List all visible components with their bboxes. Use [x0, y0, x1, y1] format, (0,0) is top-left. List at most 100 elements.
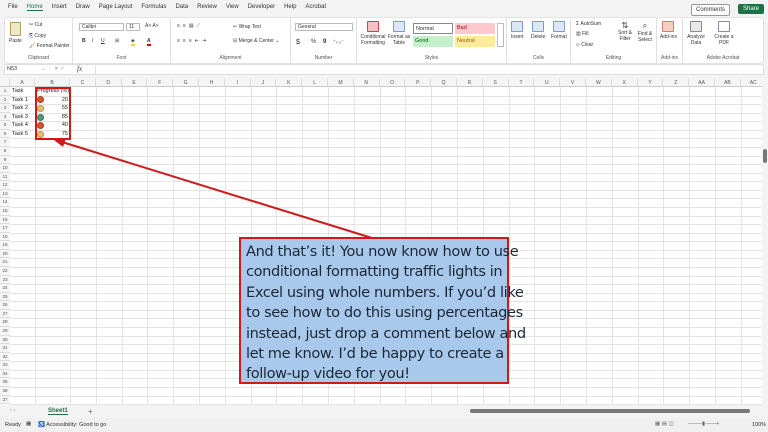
borders-button[interactable]: ⊞	[115, 38, 119, 44]
row-header[interactable]: 16	[0, 215, 10, 225]
column-header-S[interactable]: S	[482, 79, 509, 87]
column-header-R[interactable]: R	[457, 79, 483, 87]
row-header[interactable]: 3	[0, 104, 10, 113]
font-name-select[interactable]: Calibri	[79, 23, 124, 31]
column-header-A[interactable]: A	[10, 79, 35, 87]
task-cell[interactable]: Task 5	[12, 130, 28, 139]
row-header[interactable]: 1	[0, 87, 10, 96]
copy-button[interactable]: ⎘ Copy	[29, 33, 46, 39]
style-good[interactable]: Good	[413, 36, 453, 47]
column-header-I[interactable]: I	[224, 79, 251, 87]
comma-button[interactable]: 9	[323, 39, 326, 45]
row-header[interactable]: 17	[0, 224, 10, 233]
clear-button[interactable]: ◇ Clear	[576, 42, 593, 48]
share-button[interactable]: Share	[737, 4, 764, 14]
cut-button[interactable]: ✂ Cut	[29, 22, 42, 28]
menu-tab-insert[interactable]: Insert	[52, 4, 67, 11]
style-normal[interactable]: Normal	[413, 23, 453, 34]
row-header[interactable]: 35	[0, 378, 10, 387]
row-header[interactable]: 8	[0, 146, 10, 156]
bold-button[interactable]: B	[82, 38, 86, 44]
zoom-slider[interactable]: –——▮——+	[688, 421, 719, 427]
name-box[interactable]: N53	[7, 66, 17, 72]
row-header[interactable]: 23	[0, 275, 10, 285]
row-header[interactable]: 31	[0, 344, 10, 353]
task-cell[interactable]: Task 3	[12, 113, 28, 122]
menu-tab-review[interactable]: Review	[197, 4, 217, 11]
italic-button[interactable]: I	[92, 38, 93, 44]
column-header-L[interactable]: L	[302, 79, 328, 87]
percent-button[interactable]: %	[311, 39, 316, 45]
menu-tab-data[interactable]: Data	[175, 4, 188, 11]
row-header[interactable]: 18	[0, 232, 10, 242]
column-header-B[interactable]: B	[35, 79, 70, 87]
addins-button[interactable]: Add-ins	[660, 21, 677, 40]
view-buttons[interactable]: ▦ ▤ ◫	[655, 421, 674, 427]
underline-button[interactable]: U	[101, 38, 105, 44]
row-header[interactable]: 15	[0, 206, 10, 216]
row-header[interactable]: 32	[0, 352, 10, 362]
menu-tab-draw[interactable]: Draw	[76, 4, 90, 11]
row-header[interactable]: 34	[0, 369, 10, 379]
column-header-J[interactable]: J	[250, 79, 277, 87]
column-header-AA[interactable]: AA	[689, 79, 715, 87]
task-cell[interactable]: Task 2	[12, 104, 28, 113]
row-header[interactable]: 25	[0, 292, 10, 302]
task-cell[interactable]: Task 4	[12, 121, 28, 130]
row-header[interactable]: 2	[0, 95, 10, 105]
wrap-text-button[interactable]: ↵ Wrap Text	[233, 24, 261, 30]
row-header[interactable]: 9	[0, 155, 10, 165]
add-sheet-button[interactable]: +	[88, 407, 93, 416]
merge-center-button[interactable]: ⊟ Merge & Center ⌄	[233, 38, 279, 44]
format-as-table-button[interactable]: Format as Table	[387, 21, 411, 46]
menu-tab-file[interactable]: File	[8, 4, 18, 11]
create-pdf-button[interactable]: Create a PDF	[713, 21, 735, 46]
row-header[interactable]: 14	[0, 198, 10, 207]
row-header[interactable]: 36	[0, 386, 10, 396]
sheet-tab-sheet1[interactable]: Sheet1	[48, 408, 68, 415]
column-header-W[interactable]: W	[586, 79, 612, 87]
column-header-E[interactable]: E	[121, 79, 148, 87]
menu-tab-view[interactable]: View	[226, 4, 239, 11]
fx-button[interactable]: fx	[77, 65, 82, 73]
header-task[interactable]: Task	[12, 87, 23, 96]
macro-icon[interactable]: ▦	[26, 421, 31, 427]
style-neutral[interactable]: Neutral	[455, 36, 495, 47]
format-cells-button[interactable]: Format	[551, 21, 567, 40]
column-header-O[interactable]: O	[379, 79, 406, 87]
menu-tab-formulas[interactable]: Formulas	[141, 4, 166, 11]
column-header-N[interactable]: N	[353, 79, 380, 87]
column-header-P[interactable]: P	[405, 79, 432, 87]
delete-cells-button[interactable]: Delete	[531, 21, 545, 40]
conditional-formatting-button[interactable]: Conditional Formatting	[360, 21, 386, 46]
row-header[interactable]: 13	[0, 189, 10, 199]
column-header-M[interactable]: M	[328, 79, 354, 87]
row-header[interactable]: 24	[0, 284, 10, 293]
font-grow-button[interactable]: A˄ A˅	[145, 23, 159, 29]
row-header[interactable]: 22	[0, 266, 10, 276]
menu-tab-help[interactable]: Help	[284, 4, 296, 11]
row-header[interactable]: 7	[0, 138, 10, 147]
row-header[interactable]: 28	[0, 318, 10, 327]
analyze-data-button[interactable]: Analyze Data	[685, 21, 707, 46]
menu-tab-developer[interactable]: Developer	[248, 4, 275, 11]
column-header-V[interactable]: V	[560, 79, 586, 87]
formula-input[interactable]	[95, 66, 759, 74]
select-all-corner[interactable]	[0, 79, 10, 87]
vertical-scroll-thumb[interactable]	[763, 149, 767, 163]
column-header-D[interactable]: D	[95, 79, 122, 87]
menu-tab-page-layout[interactable]: Page Layout	[99, 4, 133, 11]
row-header[interactable]: 11	[0, 172, 10, 182]
column-header-Y[interactable]: Y	[637, 79, 664, 87]
row-header[interactable]: 6	[0, 129, 10, 139]
column-header-U[interactable]: U	[534, 79, 561, 87]
vertical-scrollbar[interactable]	[762, 79, 768, 405]
column-header-C[interactable]: C	[70, 79, 96, 87]
accessibility-status[interactable]: ♿ Accessibility: Good to go	[38, 422, 106, 428]
autosum-button[interactable]: Σ AutoSum	[576, 21, 601, 27]
number-format-select[interactable]: General	[295, 23, 353, 31]
column-header-AC[interactable]: AC	[740, 79, 762, 87]
fill-color-button[interactable]: ◈	[131, 38, 135, 46]
column-header-AB[interactable]: AB	[715, 79, 741, 87]
paste-button[interactable]: Paste	[9, 22, 22, 44]
